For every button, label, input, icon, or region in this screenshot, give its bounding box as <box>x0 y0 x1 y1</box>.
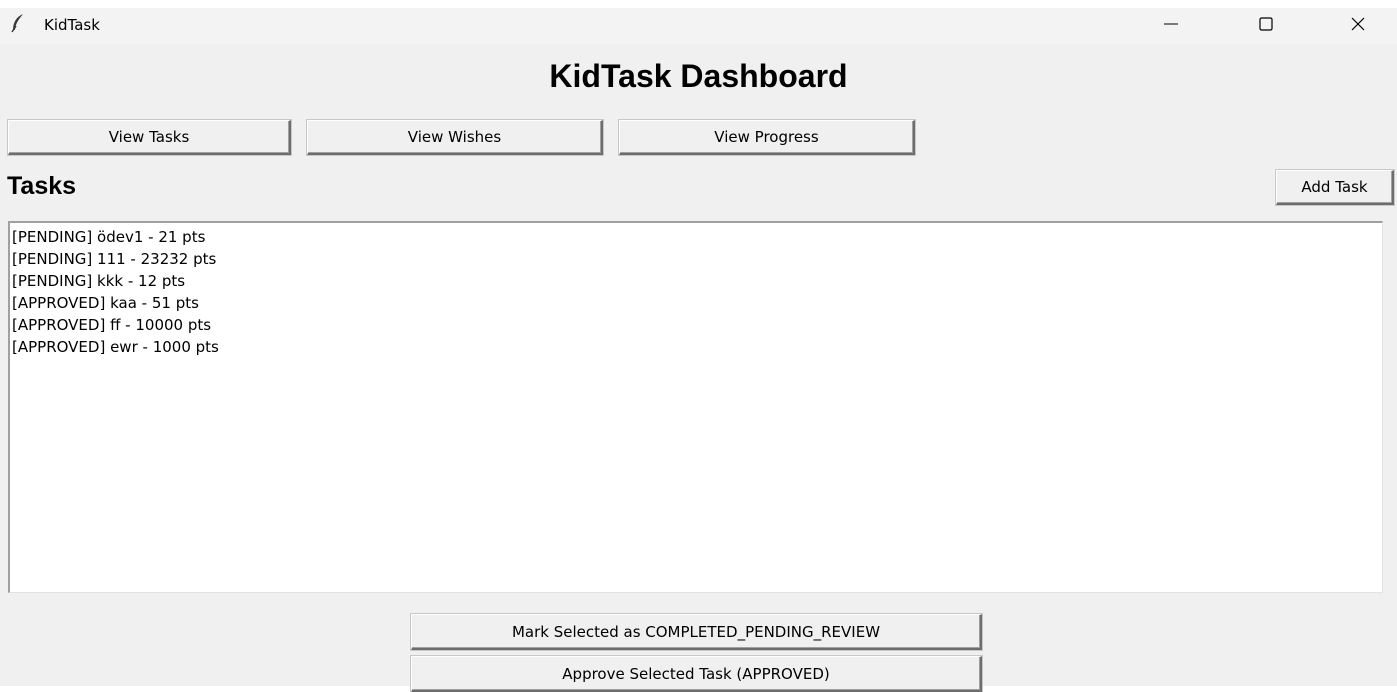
list-item[interactable]: [PENDING] ödev1 - 21 pts <box>12 226 1382 248</box>
list-item[interactable]: [APPROVED] ewr - 1000 pts <box>12 336 1382 358</box>
add-task-button[interactable]: Add Task <box>1276 170 1394 205</box>
title-bar-inner: KidTask <box>0 8 1397 44</box>
view-wishes-button[interactable]: View Wishes <box>307 120 603 155</box>
close-icon <box>1350 16 1366 32</box>
list-item[interactable]: [PENDING] 111 - 23232 pts <box>12 248 1382 270</box>
title-bar: KidTask <box>0 0 1397 44</box>
maximize-button[interactable] <box>1243 8 1289 40</box>
list-item[interactable]: [APPROVED] ff - 10000 pts <box>12 314 1382 336</box>
list-item[interactable]: [PENDING] kkk - 12 pts <box>12 270 1382 292</box>
list-item[interactable]: [APPROVED] kaa - 51 pts <box>12 292 1382 314</box>
close-button[interactable] <box>1335 8 1381 40</box>
mark-completed-button[interactable]: Mark Selected as COMPLETED_PENDING_REVIE… <box>411 614 982 650</box>
page-title: KidTask Dashboard <box>549 58 848 94</box>
maximize-icon <box>1258 16 1274 32</box>
app-window: KidTask KidTask Dashboard View Tasks Vie… <box>0 0 1397 692</box>
approve-task-button[interactable]: Approve Selected Task (APPROVED) <box>411 656 982 692</box>
window-title: KidTask <box>44 16 100 34</box>
task-list[interactable]: [PENDING] ödev1 - 21 pts [PENDING] 111 -… <box>8 221 1383 593</box>
feather-icon <box>10 13 26 33</box>
tasks-heading: Tasks <box>7 172 77 200</box>
view-progress-button[interactable]: View Progress <box>619 120 915 155</box>
minimize-button[interactable] <box>1148 8 1194 40</box>
minimize-icon <box>1163 16 1179 32</box>
view-tasks-button[interactable]: View Tasks <box>8 120 291 155</box>
